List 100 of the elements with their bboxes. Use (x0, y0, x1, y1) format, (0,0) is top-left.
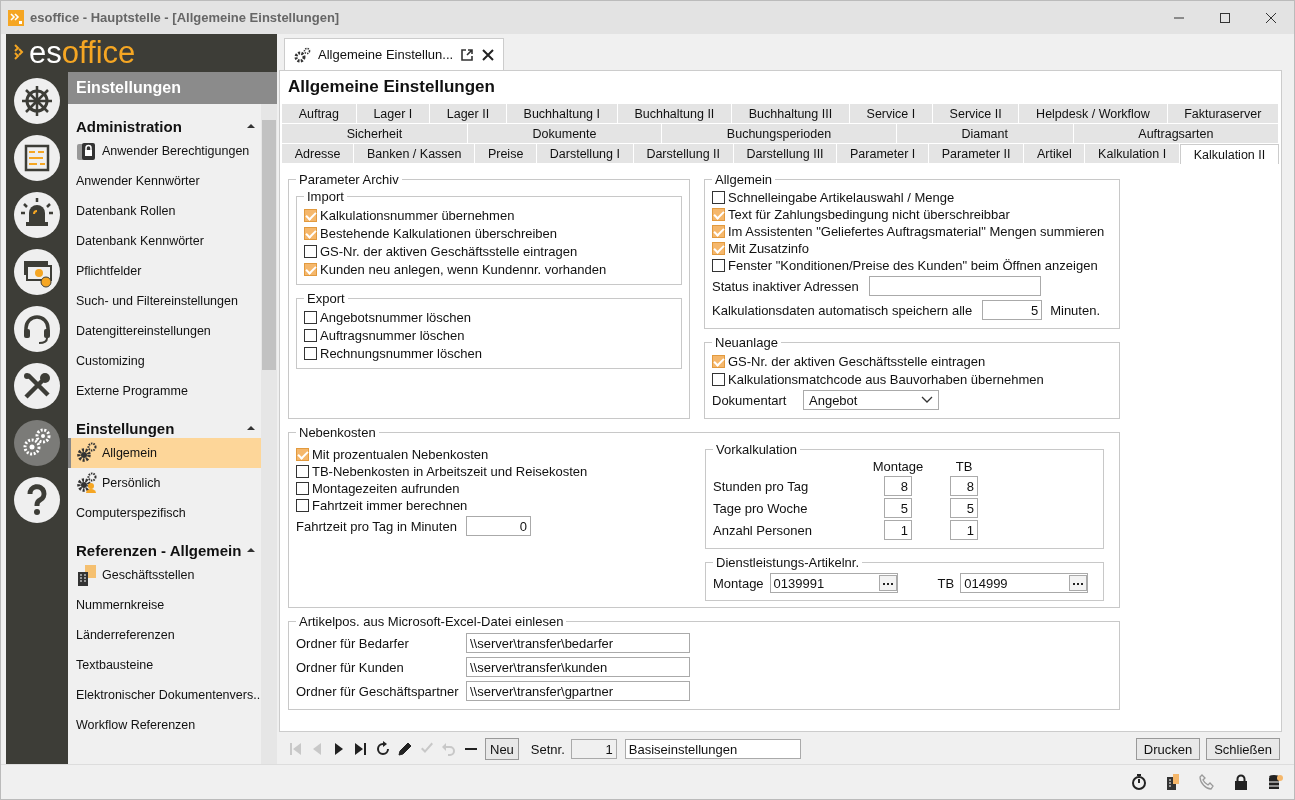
section-header[interactable]: Einstellungen (68, 406, 261, 438)
new-button[interactable]: Neu (485, 738, 519, 760)
nav-item[interactable]: Computerspezifisch (68, 498, 261, 528)
checkbox[interactable]: Mit Zusatzinfo (712, 240, 1112, 257)
settings-tab[interactable]: Kalkulation II (1179, 144, 1279, 164)
settings-tab[interactable]: Helpdesk / Workflow (1019, 104, 1168, 124)
input-field[interactable]: 0 (466, 516, 531, 536)
settings-tab[interactable]: Dokumente (467, 124, 663, 144)
nav-item[interactable]: Allgemein (68, 438, 261, 468)
checkbox[interactable]: Angebotsnummer löschen (304, 308, 674, 326)
checkbox[interactable]: Schnelleingabe Artikelauswahl / Menge (712, 189, 1112, 206)
settings-tab[interactable]: Auftragsarten (1073, 124, 1279, 144)
last-icon[interactable] (353, 741, 369, 757)
close-button[interactable]: Schließen (1206, 738, 1280, 760)
settings-tab[interactable]: Buchhaltung III (732, 104, 850, 124)
settings-tab[interactable]: Lager I (356, 104, 431, 124)
settings-tab[interactable]: Auftrag (282, 104, 357, 124)
refresh-icon[interactable] (375, 741, 391, 757)
checkbox[interactable]: Bestehende Kalkulationen überschreiben (304, 224, 674, 242)
building-icon[interactable] (1164, 773, 1182, 791)
headset-icon[interactable] (14, 306, 60, 352)
set-number-field[interactable]: 1 (570, 739, 617, 759)
more-icon[interactable] (878, 575, 897, 591)
settings-tab[interactable]: Adresse (282, 144, 355, 164)
input-field[interactable]: 8 (884, 476, 912, 496)
nav-item[interactable]: Textbausteine (68, 650, 261, 680)
settings-tab[interactable]: Diamant (896, 124, 1074, 144)
checkbox[interactable]: TB-Nebenkosten in Arbeitszeit und Reisekosten (296, 463, 705, 480)
settings-tab[interactable]: Fakturaserver (1167, 104, 1280, 124)
checkbox[interactable]: Im Assistenten "Geliefertes Auftragsmaterial" Mengen summieren (712, 223, 1112, 240)
section-header[interactable]: Referenzen - Allgemein (68, 528, 261, 560)
settings-tab[interactable]: Preise (475, 144, 538, 164)
settings-tab[interactable]: Banken / Kassen (354, 144, 476, 164)
input-field[interactable]: \\server\transfer\kunden (466, 657, 690, 677)
settings-tab[interactable]: Buchhaltung I (506, 104, 618, 124)
settings-icon[interactable] (14, 420, 60, 466)
settings-tab[interactable]: Sicherheit (282, 124, 468, 144)
input-field[interactable]: 8 (950, 476, 978, 496)
more-icon[interactable] (1069, 575, 1088, 591)
settings-tab[interactable]: Service I (849, 104, 933, 124)
settings-tab[interactable]: Lager II (430, 104, 507, 124)
scrollbar[interactable] (261, 104, 277, 764)
settings-tab[interactable]: Darstellung III (733, 144, 838, 164)
nav-item[interactable]: Länderreferenzen (68, 620, 261, 650)
settings-tab[interactable]: Kalkulation I (1085, 144, 1180, 164)
settings-tab[interactable]: Darstellung I (537, 144, 634, 164)
nav-item[interactable]: Nummernkreise (68, 590, 261, 620)
pop-out-icon[interactable] (460, 47, 475, 62)
settings-tab[interactable]: Buchhaltung II (617, 104, 733, 124)
settings-tab[interactable]: Parameter I (837, 144, 930, 164)
plan-icon[interactable] (14, 135, 60, 181)
nav-item[interactable]: Externe Programme (68, 376, 261, 406)
lock-icon[interactable] (1232, 773, 1250, 791)
siren-icon[interactable] (14, 192, 60, 238)
nav-item[interactable]: Datengittereinstellungen (68, 316, 261, 346)
input-field[interactable]: \\server\transfer\gpartner (466, 681, 690, 701)
checkbox[interactable]: Fenster "Konditionen/Preise des Kunden" beim Öffnen anzeigen (712, 257, 1112, 274)
settings-tab[interactable]: Parameter II (929, 144, 1025, 164)
nav-item[interactable]: Datenbank Rollen (68, 196, 261, 226)
settings-tab[interactable]: Buchungsperioden (662, 124, 897, 144)
set-name-field[interactable]: Basiseinstellungen (624, 739, 801, 759)
checkbox[interactable]: GS-Nr. der aktiven Geschäftsstelle eintragen (712, 352, 1112, 370)
nav-item[interactable]: Anwender Kennwörter (68, 166, 261, 196)
stopwatch-icon[interactable] (1130, 773, 1148, 791)
lookup-field[interactable]: 0139991 (769, 573, 898, 593)
nav-item[interactable]: Elektronischer Dokumentenvers... (68, 680, 261, 710)
nav-item[interactable]: Datenbank Kennwörter (68, 226, 261, 256)
nav-item[interactable]: Such- und Filtereinstellungen (68, 286, 261, 316)
nav-item[interactable]: Customizing (68, 346, 261, 376)
money-icon[interactable] (14, 249, 60, 295)
settings-tab[interactable]: Darstellung II (633, 144, 734, 164)
nav-item[interactable]: Workflow Referenzen (68, 710, 261, 740)
checkbox[interactable]: Rechnungsnummer löschen (304, 344, 674, 362)
checkbox[interactable]: GS-Nr. der aktiven Geschäftsstelle eintragen (304, 242, 674, 260)
tools-icon[interactable] (14, 363, 60, 409)
input-field[interactable] (869, 276, 1041, 296)
settings-tab[interactable]: Service II (932, 104, 1020, 124)
nav-item[interactable]: Anwender Berechtigungen (68, 136, 261, 166)
dropdown[interactable]: Angebot (803, 390, 939, 410)
nav-item[interactable]: Persönlich (68, 468, 261, 498)
settings-tab[interactable]: Artikel (1024, 144, 1086, 164)
input-field[interactable]: 5 (982, 300, 1043, 320)
checkbox[interactable]: Montagezeiten aufrunden (296, 480, 705, 497)
document-tab[interactable]: Allgemeine Einstellun... (284, 38, 505, 70)
checkbox[interactable]: Kalkulationsmatchcode aus Bauvorhaben übernehmen (712, 370, 1112, 388)
database-icon[interactable] (1266, 773, 1284, 791)
section-header[interactable]: Administration (68, 104, 261, 136)
lookup-field[interactable]: 014999 (960, 573, 1089, 593)
close-icon[interactable] (481, 47, 496, 62)
nav-item[interactable]: Geschäftsstellen (68, 560, 261, 590)
input-field[interactable]: 5 (884, 498, 912, 518)
input-field[interactable]: 5 (950, 498, 978, 518)
input-field[interactable]: \\server\transfer\bedarfer (466, 633, 690, 653)
input-field[interactable]: 1 (884, 520, 912, 540)
checkbox[interactable]: Kalkulationsnummer übernehmen (304, 206, 674, 224)
edit-icon[interactable] (397, 741, 413, 757)
helm-icon[interactable] (14, 78, 60, 124)
checkbox[interactable]: Text für Zahlungsbedingung nicht überschreibbar (712, 206, 1112, 223)
help-icon[interactable] (14, 477, 60, 523)
checkbox[interactable]: Mit prozentualen Nebenkosten (296, 446, 705, 463)
